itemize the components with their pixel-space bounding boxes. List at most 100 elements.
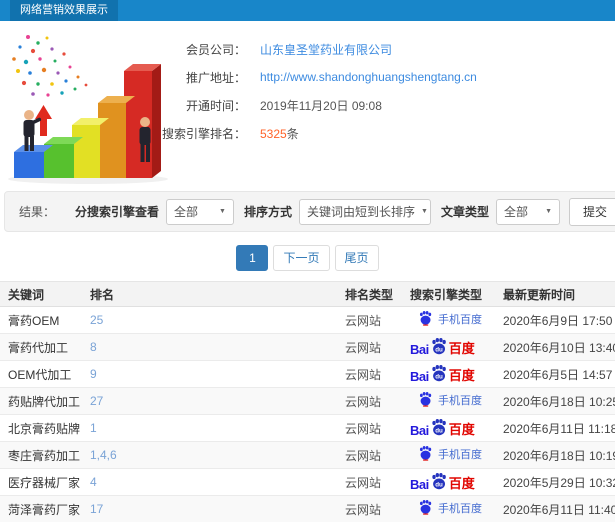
baidu-paw-icon — [418, 446, 433, 461]
rank-type-cell: 云网站 — [337, 361, 402, 388]
pagination: 1 下一页 尾页 — [0, 245, 615, 271]
info-label: 搜索引擎排名： — [158, 125, 246, 142]
col-keyword: 关键词 — [0, 282, 82, 307]
baidu-logo: Baidu百度 — [410, 365, 475, 384]
mobile-baidu-logo: 手机百度 — [418, 311, 482, 327]
baidu-logo: Baidu百度 — [410, 419, 475, 438]
article-type-value: 全部 — [504, 203, 528, 220]
table-row: 膏药代加工8云网站Baidu百度2020年6月10日 13:40 — [0, 334, 615, 361]
table-row: 药贴牌代加工27云网站手机百度 2020年6月18日 10:25 — [0, 388, 615, 415]
engine-cell: Baidu百度 — [402, 415, 495, 442]
table-row: 膏药OEM25云网站手机百度2020年6月9日 17:50 — [0, 307, 615, 334]
sort-select[interactable]: 关键词由短到长排序 ▼ — [299, 199, 431, 225]
info-row: 搜索引擎排名： 5325条 — [158, 119, 608, 147]
rank-type-cell: 云网站 — [337, 496, 402, 522]
chevron-down-icon: ▼ — [421, 208, 428, 215]
mobile-baidu-logo: 手机百度 — [418, 392, 482, 408]
info-value: 5325条 — [260, 125, 299, 142]
updated-time-cell: 2020年6月11日 11:40 — [495, 496, 615, 522]
table-row: 北京膏药贴牌1云网站Baidu百度2020年6月11日 11:18 — [0, 415, 615, 442]
result-label: 结果： — [19, 203, 55, 220]
table-row: 医疗器械厂家4云网站Baidu百度2020年5月29日 10:32 — [0, 469, 615, 496]
rank-link[interactable]: 8 — [82, 334, 337, 361]
submit-button[interactable]: 提交 — [569, 198, 615, 226]
rank-link[interactable]: 27 — [82, 388, 337, 415]
updated-time-cell: 2020年6月5日 14:57 — [495, 361, 615, 388]
updated-time-cell: 2020年6月18日 10:25 — [495, 388, 615, 415]
info-row: 会员公司： 山东皇圣堂药业有限公司 — [158, 35, 608, 63]
baidu-paw-icon: du — [430, 365, 448, 383]
updated-time-cell: 2020年6月10日 13:40 — [495, 334, 615, 361]
svg-text:du: du — [435, 427, 443, 434]
table-row: 菏泽膏药厂家17云网站手机百度 2020年6月11日 11:40 — [0, 496, 615, 522]
engine-rank-count: 5325 — [260, 127, 287, 141]
rank-link[interactable]: 9 — [82, 361, 337, 388]
chevron-down-icon: ▼ — [545, 208, 552, 215]
filter-bar: 结果： 分搜索引擎查看 全部 ▼ 排序方式 关键词由短到长排序 ▼ 文章类型 全… — [4, 191, 615, 232]
keyword-cell: 菏泽膏药厂家 — [0, 496, 82, 522]
engine-cell: 手机百度 — [402, 442, 495, 469]
rank-link[interactable]: 4 — [82, 469, 337, 496]
keyword-cell: 医疗器械厂家 — [0, 469, 82, 496]
table-header-row: 关键词 排名 排名类型 搜索引擎类型 最新更新时间 — [0, 282, 615, 307]
rank-type-cell: 云网站 — [337, 469, 402, 496]
mobile-baidu-logo: 手机百度 — [418, 446, 482, 462]
count-unit: 条 — [287, 127, 299, 141]
info-section: 会员公司： 山东皇圣堂药业有限公司 推广地址： http://www.shand… — [0, 21, 615, 189]
keyword-cell: 北京膏药贴牌 — [0, 415, 82, 442]
engine-cell: 手机百度 — [402, 307, 495, 334]
info-label: 开通时间： — [158, 97, 246, 114]
keyword-cell: 药贴牌代加工 — [0, 388, 82, 415]
svg-text:du: du — [435, 373, 443, 380]
info-value[interactable]: http://www.shandonghuangshengtang.cn — [260, 70, 477, 84]
article-type-select[interactable]: 全部 ▼ — [496, 199, 560, 225]
updated-time-cell: 2020年6月9日 17:50 — [495, 307, 615, 334]
rank-type-cell: 云网站 — [337, 388, 402, 415]
col-rank-type: 排名类型 — [337, 282, 402, 307]
engine-cell: Baidu百度 — [402, 469, 495, 496]
info-label: 会员公司： — [158, 41, 246, 58]
chevron-down-icon: ▼ — [219, 208, 226, 215]
rank-type-cell: 云网站 — [337, 442, 402, 469]
engine-cell: Baidu百度 — [402, 334, 495, 361]
baidu-paw-icon — [418, 500, 433, 515]
col-updated: 最新更新时间 — [495, 282, 615, 307]
page-next-button[interactable]: 下一页 — [273, 245, 329, 271]
baidu-paw-icon — [418, 311, 433, 326]
info-label: 推广地址： — [158, 69, 246, 86]
engine-filter-select[interactable]: 全部 ▼ — [166, 199, 234, 225]
info-value[interactable]: 山东皇圣堂药业有限公司 — [260, 41, 392, 58]
svg-text:du: du — [435, 481, 443, 488]
rank-type-cell: 云网站 — [337, 307, 402, 334]
updated-time-cell: 2020年5月29日 10:32 — [495, 469, 615, 496]
keyword-cell: 膏药代加工 — [0, 334, 82, 361]
keyword-ranking-table: 关键词 排名 排名类型 搜索引擎类型 最新更新时间 膏药OEM25云网站手机百度… — [0, 281, 615, 522]
sort-value: 关键词由短到长排序 — [307, 203, 415, 220]
rank-link[interactable]: 1 — [82, 415, 337, 442]
info-panel: 会员公司： 山东皇圣堂药业有限公司 推广地址： http://www.shand… — [158, 35, 608, 147]
engine-cell: 手机百度 — [402, 388, 495, 415]
filter-controls: 分搜索引擎查看 全部 ▼ 排序方式 关键词由短到长排序 ▼ 文章类型 全部 ▼ … — [65, 198, 615, 226]
rank-link[interactable]: 1,4,6 — [82, 442, 337, 469]
rank-link[interactable]: 25 — [82, 307, 337, 334]
page-last-button[interactable]: 尾页 — [335, 245, 379, 271]
mobile-baidu-logo: 手机百度 — [418, 500, 482, 516]
engine-filter-value: 全部 — [174, 203, 198, 220]
header-bar: 网络营销效果展示 — [0, 0, 615, 21]
table-row: OEM代加工9云网站 Baidu百度 2020年6月5日 14:57 — [0, 361, 615, 388]
baidu-paw-icon: du — [430, 419, 448, 437]
info-row: 推广地址： http://www.shandonghuangshengtang.… — [158, 63, 608, 91]
baidu-paw-icon — [418, 392, 433, 407]
baidu-paw-icon: du — [430, 338, 448, 356]
keyword-cell: 枣庄膏药加工 — [0, 442, 82, 469]
rank-type-cell: 云网站 — [337, 334, 402, 361]
rank-link[interactable]: 17 — [82, 496, 337, 522]
sort-label: 排序方式 — [244, 203, 292, 220]
confetti-dots — [12, 35, 87, 97]
info-row: 开通时间： 2019年11月20日 09:08 — [158, 91, 608, 119]
engine-filter-label: 分搜索引擎查看 — [75, 203, 159, 220]
engine-cell: Baidu百度 — [402, 361, 495, 388]
page-current[interactable]: 1 — [236, 245, 268, 271]
keyword-cell: OEM代加工 — [0, 361, 82, 388]
svg-text:du: du — [435, 346, 443, 353]
